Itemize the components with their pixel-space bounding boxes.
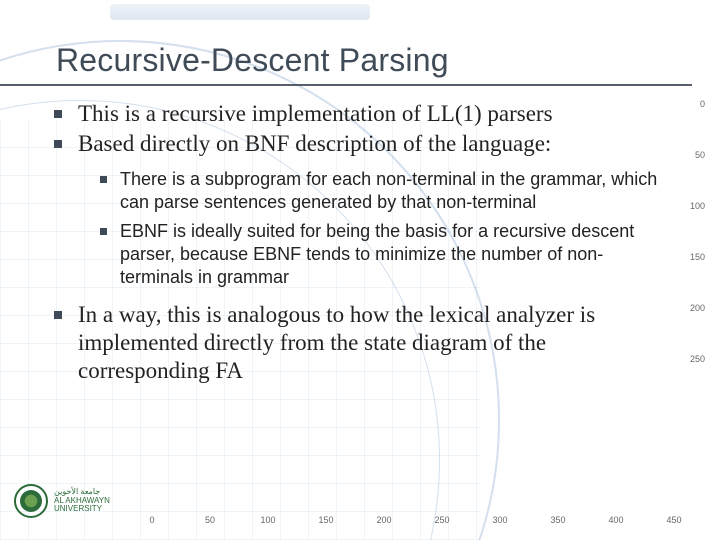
- bullet-lvl1: Based directly on BNF description of the…: [48, 130, 674, 289]
- ruler-label: 50: [205, 515, 215, 525]
- slide-content: This is a recursive implementation of LL…: [48, 100, 674, 387]
- bullet-text: This is a recursive implementation of LL…: [78, 101, 553, 126]
- logo-seal-icon: [14, 484, 48, 518]
- ruler-vertical: 0 50 100 150 200 250: [684, 0, 714, 540]
- slide-title: Recursive-Descent Parsing: [56, 42, 449, 79]
- square-bullet-icon: [54, 140, 62, 148]
- bullet-lvl1: This is a recursive implementation of LL…: [48, 100, 674, 128]
- ruler-label: 400: [608, 515, 623, 525]
- square-bullet-icon: [100, 176, 107, 183]
- ruler-label: 150: [318, 515, 333, 525]
- bullet-lvl2: EBNF is ideally suited for being the bas…: [96, 220, 674, 289]
- square-bullet-icon: [54, 110, 62, 118]
- ruler-label: 0: [700, 100, 705, 108]
- bullet-lvl1: In a way, this is analogous to how the l…: [48, 301, 674, 385]
- ruler-horizontal: 0 50 100 150 200 250 300 350 400 450: [0, 511, 720, 533]
- bullet-text: There is a subprogram for each non-termi…: [120, 169, 657, 212]
- ruler-label: 0: [149, 515, 154, 525]
- ruler-label: 150: [690, 253, 705, 261]
- ruler-label: 50: [695, 151, 705, 159]
- bullet-text: EBNF is ideally suited for being the bas…: [120, 221, 634, 287]
- square-bullet-icon: [54, 311, 62, 319]
- ruler-label: 250: [690, 355, 705, 363]
- bullet-text: Based directly on BNF description of the…: [78, 131, 551, 156]
- ruler-label: 300: [492, 515, 507, 525]
- title-underline: [0, 84, 692, 86]
- header-decoration: [0, 0, 720, 34]
- bullet-lvl2: There is a subprogram for each non-termi…: [96, 168, 674, 214]
- bullet-text: In a way, this is analogous to how the l…: [78, 302, 595, 383]
- ruler-label: 200: [690, 304, 705, 312]
- ruler-label: 100: [260, 515, 275, 525]
- ruler-label: 350: [550, 515, 565, 525]
- ruler-label: 250: [434, 515, 449, 525]
- ruler-label: 450: [666, 515, 681, 525]
- logo-text: جامعة الأخوين: [54, 488, 110, 496]
- ruler-label: 200: [376, 515, 391, 525]
- university-logo: جامعة الأخوين AL AKHAWAYN UNIVERSITY: [14, 476, 110, 526]
- square-bullet-icon: [100, 228, 107, 235]
- logo-text: AL AKHAWAYN: [54, 497, 110, 505]
- logo-text: UNIVERSITY: [54, 505, 110, 513]
- logo-wordmark: جامعة الأخوين AL AKHAWAYN UNIVERSITY: [54, 488, 110, 513]
- ruler-label: 100: [690, 202, 705, 210]
